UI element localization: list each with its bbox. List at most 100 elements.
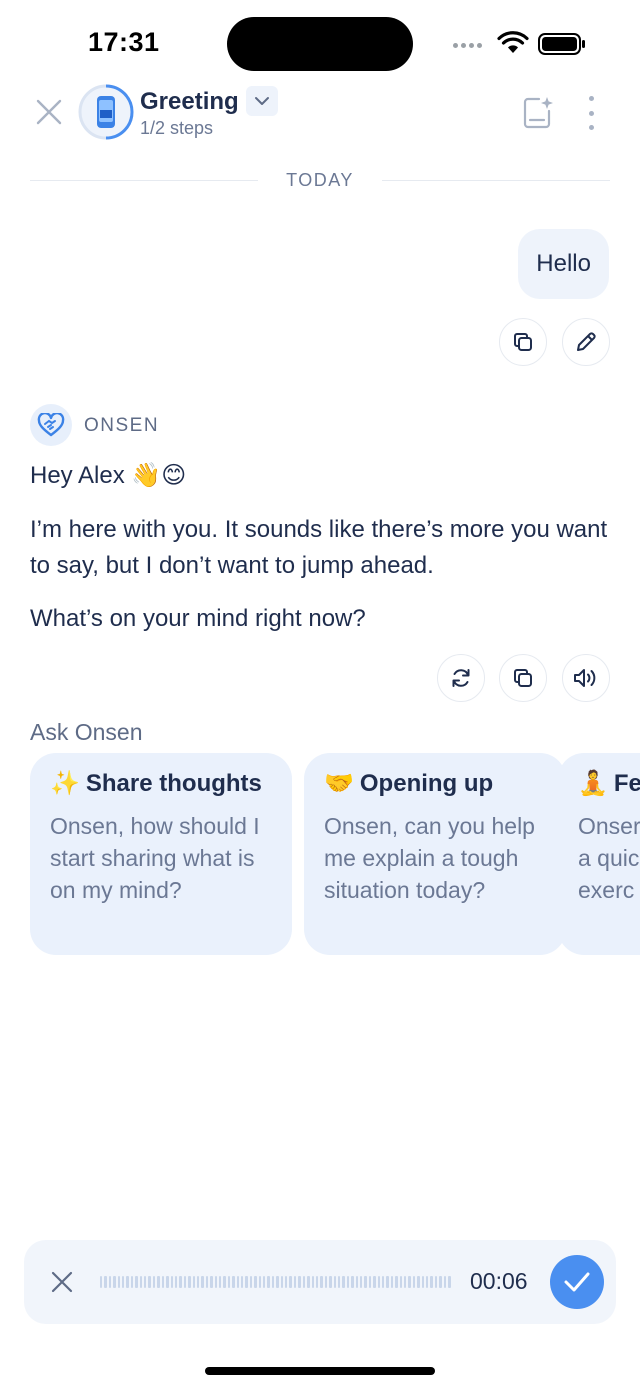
read-aloud-button[interactable] xyxy=(562,654,610,702)
waveform-bar xyxy=(271,1276,275,1288)
heart-handshake-icon xyxy=(37,413,65,437)
audio-waveform xyxy=(100,1275,451,1289)
new-note-icon[interactable] xyxy=(520,94,556,130)
suggestion-card[interactable]: 🧘 Fe Onser a quic exerc xyxy=(558,753,640,955)
waveform-bar xyxy=(302,1276,306,1288)
edit-message-button[interactable] xyxy=(562,318,610,366)
status-time: 17:31 xyxy=(88,27,160,57)
waveform-bar xyxy=(329,1276,332,1288)
flow-dropdown-button[interactable] xyxy=(246,86,278,116)
cancel-recording-button[interactable] xyxy=(46,1266,78,1298)
suggestion-card-title: Share thoughts xyxy=(85,769,262,797)
battery-icon xyxy=(538,33,585,55)
speaker-icon xyxy=(574,669,596,687)
waveform-bar xyxy=(174,1276,178,1288)
assistant-greeting: Hey Alex 👋😊 xyxy=(30,462,187,489)
chevron-down-icon xyxy=(255,97,269,105)
waveform-bar xyxy=(364,1276,367,1288)
waveform-bar xyxy=(218,1276,222,1288)
waveform-bar xyxy=(311,1276,314,1288)
copy-icon xyxy=(514,333,532,351)
waveform-bar xyxy=(117,1276,121,1288)
waveform-bar xyxy=(135,1276,138,1288)
ask-onsen-title: Ask Onsen xyxy=(30,719,143,745)
waveform-bar xyxy=(377,1276,380,1288)
pencil-icon xyxy=(577,332,596,351)
waveform-bar xyxy=(430,1276,433,1288)
checkmark-icon xyxy=(564,1272,590,1292)
waveform-bar xyxy=(280,1276,284,1288)
regenerate-button[interactable] xyxy=(437,654,485,702)
waveform-bar xyxy=(404,1276,407,1288)
waveform-bar xyxy=(201,1276,204,1288)
waveform-bar xyxy=(426,1276,429,1288)
flow-steps: 1/2 steps xyxy=(140,118,214,138)
close-icon xyxy=(51,1271,73,1293)
wifi-icon xyxy=(497,31,529,53)
recording-timer: 00:06 xyxy=(470,1268,528,1294)
waveform-bar xyxy=(337,1276,341,1288)
waveform-bar xyxy=(359,1276,363,1288)
waveform-bar xyxy=(289,1276,292,1288)
waveform-bar xyxy=(192,1276,195,1288)
refresh-icon xyxy=(452,669,470,687)
waveform-bar xyxy=(276,1276,279,1288)
suggestion-card-body: Onsen, can you help me explain a tough s… xyxy=(324,813,535,903)
sparkles-icon: ✨ xyxy=(50,770,80,797)
copy-user-message-button[interactable] xyxy=(499,318,547,366)
waveform-bar xyxy=(333,1276,336,1288)
waveform-bar xyxy=(298,1276,301,1288)
flow-progress-avatar xyxy=(78,84,134,140)
waveform-bar xyxy=(245,1276,248,1288)
waveform-bar xyxy=(320,1276,323,1288)
handshake-icon: 🤝 xyxy=(324,770,354,797)
suggestion-card-title: Fe xyxy=(613,769,640,797)
waveform-bar xyxy=(100,1276,103,1288)
close-button[interactable] xyxy=(33,96,65,128)
suggestion-card[interactable]: ✨ Share thoughts Onsen, how should I sta… xyxy=(30,753,292,955)
waveform-bar xyxy=(179,1276,182,1288)
waveform-bar xyxy=(139,1276,143,1288)
waveform-bar xyxy=(351,1276,354,1288)
chat-header: Greeting 1/2 steps xyxy=(0,84,640,144)
dynamic-island xyxy=(227,17,413,71)
more-options-button[interactable] xyxy=(580,96,602,130)
waveform-bar xyxy=(188,1276,191,1288)
waveform-bar xyxy=(346,1276,350,1288)
waveform-bar xyxy=(254,1276,257,1288)
waveform-bar xyxy=(382,1276,385,1288)
waveform-bar xyxy=(434,1276,438,1288)
waveform-bar xyxy=(232,1276,235,1288)
waveform-bar xyxy=(315,1276,319,1288)
status-bar: 17:31 xyxy=(0,0,640,88)
waveform-bar xyxy=(113,1276,116,1288)
waveform-bar xyxy=(166,1276,169,1288)
waveform-bar xyxy=(421,1276,425,1288)
waveform-bar xyxy=(307,1276,310,1288)
assistant-avatar xyxy=(30,404,72,446)
close-icon xyxy=(36,99,62,125)
confirm-recording-button[interactable] xyxy=(550,1255,604,1309)
waveform-bar xyxy=(223,1276,226,1288)
waveform-bar xyxy=(157,1276,160,1288)
waveform-bar xyxy=(227,1276,231,1288)
waveform-bar xyxy=(373,1276,376,1288)
waveform-bar xyxy=(293,1276,297,1288)
suggestion-card[interactable]: 🤝 Opening up Onsen, can you help me expl… xyxy=(304,753,566,955)
waveform-bar xyxy=(386,1276,389,1288)
waveform-bar xyxy=(439,1276,442,1288)
copy-icon xyxy=(514,669,532,687)
user-message-bubble: Hello xyxy=(518,229,609,299)
waveform-bar xyxy=(408,1276,411,1288)
waveform-bar xyxy=(342,1276,345,1288)
suggestion-card-body: Onsen, how should I start sharing what i… xyxy=(50,813,260,903)
waveform-bar xyxy=(170,1276,173,1288)
waveform-bar xyxy=(122,1276,125,1288)
waveform-bar xyxy=(152,1276,156,1288)
suggestion-card-body: Onser a quic exerc xyxy=(578,813,640,903)
home-indicator xyxy=(205,1367,435,1375)
waveform-bar xyxy=(130,1276,134,1288)
waveform-bar xyxy=(355,1276,358,1288)
copy-assistant-message-button[interactable] xyxy=(499,654,547,702)
waveform-bar xyxy=(368,1276,372,1288)
